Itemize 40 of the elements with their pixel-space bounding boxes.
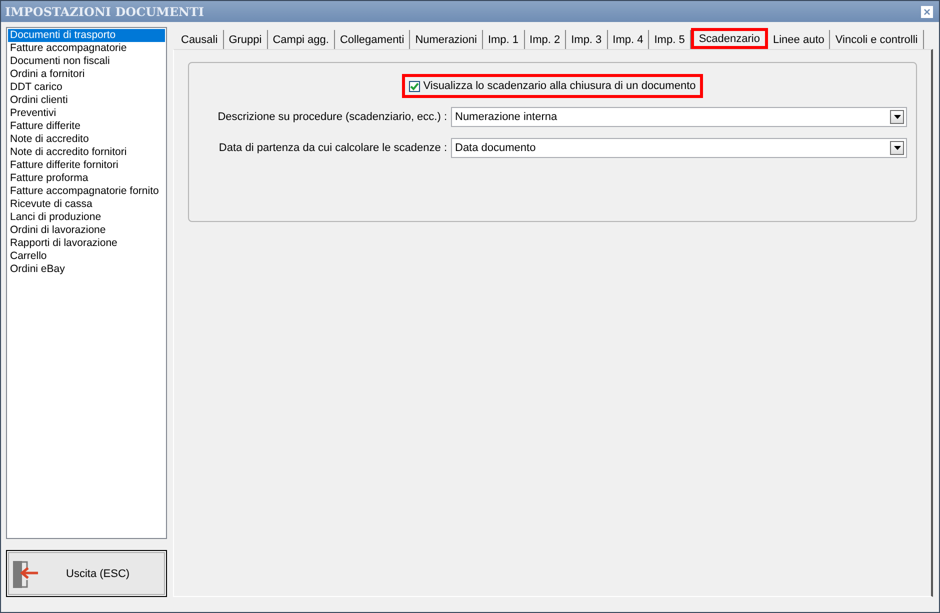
list-item[interactable]: Note di accredito <box>8 133 165 146</box>
list-item[interactable]: Ordini a fornitori <box>8 68 165 81</box>
list-item[interactable]: Documenti di trasporto <box>8 29 165 42</box>
checkbox-option[interactable]: Visualizza lo scadenzario alla chiusura di un documento <box>405 77 700 95</box>
exit-button[interactable]: Uscita (ESC) <box>6 550 167 597</box>
list-item[interactable]: Ordini di lavorazione <box>8 224 165 237</box>
list-item[interactable]: Preventivi <box>8 107 165 120</box>
tab[interactable]: Scadenzario <box>690 28 768 49</box>
tab[interactable]: Vincoli e controlli <box>830 30 924 49</box>
tab[interactable]: Imp. 4 <box>608 30 650 49</box>
list-item[interactable]: Fatture differite fornitori <box>8 159 165 172</box>
field-label: Data di partenza da cui calcolare le scadenze : <box>218 142 447 154</box>
tab[interactable]: Imp. 3 <box>566 30 608 49</box>
list-item[interactable]: Rapporti di lavorazione <box>8 237 165 250</box>
checkbox[interactable] <box>409 80 420 92</box>
list-item[interactable]: Carrello <box>8 250 165 263</box>
tab[interactable]: Collegamenti <box>334 30 410 49</box>
checkbox-label: Visualizza lo scadenzario alla chiusura di un documento <box>423 80 696 92</box>
tab[interactable]: Imp. 2 <box>524 30 566 49</box>
window-title: IMPOSTAZIONI DOCUMENTI <box>5 4 204 18</box>
list-item[interactable]: DDT carico <box>8 81 165 94</box>
tab[interactable]: Causali <box>176 30 224 49</box>
list-item[interactable]: Ordini eBay <box>8 263 165 276</box>
tab[interactable]: Imp. 1 <box>482 30 525 49</box>
tab[interactable]: Gruppi <box>224 30 268 49</box>
list-item[interactable]: Lanci di produzione <box>8 211 165 224</box>
list-item[interactable]: Ordini clienti <box>8 94 165 107</box>
list-item[interactable]: Fatture accompagnatorie <box>8 42 165 55</box>
list-item[interactable]: Fatture accompagnatorie fornito <box>8 185 165 198</box>
tab[interactable]: Campi agg. <box>268 30 335 49</box>
list-item[interactable]: Fatture differite <box>8 120 165 133</box>
tab[interactable]: Numerazioni <box>410 30 483 49</box>
list-item[interactable]: Ricevute di cassa <box>8 198 165 211</box>
list-item[interactable]: Note di accredito fornitori <box>8 146 165 159</box>
list-item[interactable]: Fatture proforma <box>8 172 165 185</box>
dropdown-field[interactable]: Data documento <box>451 138 907 158</box>
tab[interactable]: Linee auto <box>768 30 830 49</box>
list-item[interactable]: Documenti non fiscali <box>8 55 165 68</box>
field-label: Descrizione su procedure (scadenziario, ecc.) : <box>218 111 447 123</box>
dropdown-field[interactable]: Numerazione interna <box>451 107 907 127</box>
